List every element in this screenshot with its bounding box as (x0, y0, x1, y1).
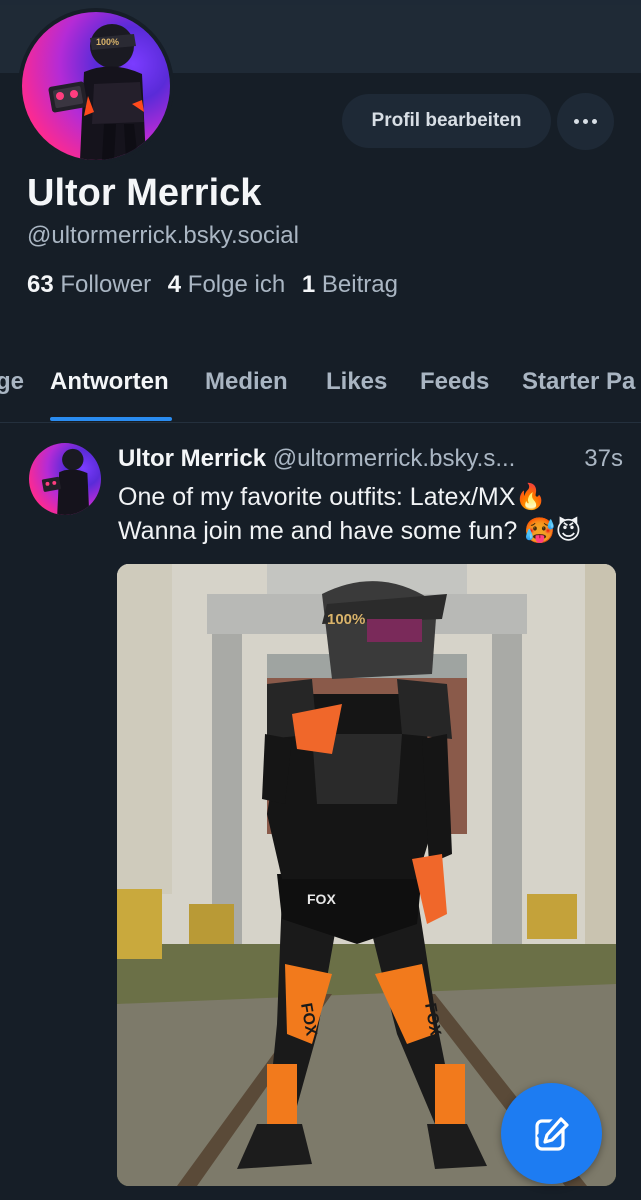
tab-likes[interactable]: Likes (326, 368, 387, 396)
posts-stat: 1 Beitrag (302, 271, 398, 298)
ellipsis-icon (592, 119, 597, 124)
profile-stats: 63 Follower 4 Folge ich 1 Beitrag (27, 271, 398, 299)
following-stat[interactable]: 4 Folge ich (168, 271, 285, 298)
compose-icon (534, 1114, 569, 1151)
tab-feeds[interactable]: Feeds (420, 368, 489, 396)
posts-label: Beitrag (321, 271, 398, 298)
tab-starter-packs[interactable]: Starter Pa (522, 368, 635, 396)
post-author-name[interactable]: Ultor Merrick (118, 445, 266, 472)
following-count: 4 (167, 271, 182, 298)
following-label: Folge ich (187, 271, 286, 298)
avatar-figure: 100% (48, 24, 146, 160)
tab-medien[interactable]: Medien (205, 368, 288, 396)
edit-profile-button[interactable]: Profil bearbeiten (342, 94, 551, 148)
ellipsis-icon (583, 119, 588, 124)
compose-button[interactable] (501, 1083, 602, 1184)
post-text-line: Wanna join me and have some fun? 🥵😈 (118, 517, 582, 545)
helmet-logo: 100% (327, 611, 365, 628)
tab-beitraege[interactable]: ge (0, 368, 24, 396)
post-author-avatar[interactable] (29, 443, 101, 515)
profile-avatar[interactable]: 100% (18, 8, 174, 164)
avatar-helmet-text: 100% (96, 37, 119, 47)
post-author-handle[interactable]: @ultormerrick.bsky.s... (273, 445, 516, 472)
post-header: Ultor Merrick @ultormerrick.bsky.s... 37… (118, 445, 623, 473)
ellipsis-icon (574, 119, 579, 124)
posts-count: 1 (301, 271, 316, 298)
profile-tabs: ge Antworten Medien Likes Feeds Starter … (0, 348, 641, 422)
post-avatar-figure (41, 448, 90, 515)
tabs-divider (0, 422, 641, 423)
profile-handle: @ultormerrick.bsky.social (27, 222, 299, 249)
post-text: One of my favorite outfits: Latex/MX🔥 Wa… (118, 480, 628, 548)
more-options-button[interactable] (557, 93, 614, 150)
post-text-line: One of my favorite outfits: Latex/MX🔥 (118, 483, 547, 511)
tab-antworten[interactable]: Antworten (50, 368, 169, 396)
followers-label: Follower (60, 271, 152, 298)
profile-screen: 100% Profil bearbeiten Ultor Merrick @ul… (0, 0, 641, 1200)
followers-count: 63 (27, 271, 54, 298)
profile-display-name: Ultor Merrick (27, 172, 262, 214)
avatar-image: 100% (22, 12, 170, 160)
shorts-logo: FOX (307, 891, 336, 907)
active-tab-indicator (50, 417, 172, 421)
post-timestamp: 37s (584, 445, 623, 472)
followers-stat[interactable]: 63 Follower (27, 271, 151, 298)
